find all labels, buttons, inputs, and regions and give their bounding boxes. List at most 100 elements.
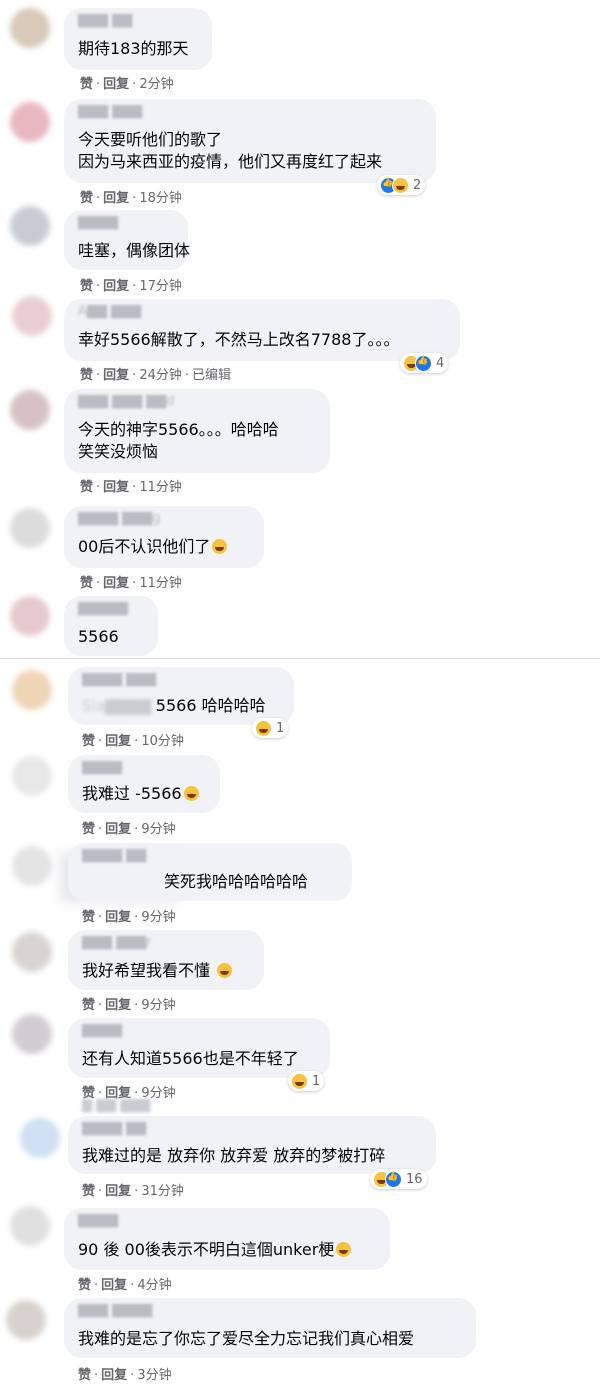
reply-button[interactable]: 回复 <box>103 480 129 495</box>
timestamp[interactable]: 9分钟 <box>141 822 175 837</box>
comment-text-content: 我难过 -5566 <box>82 784 182 803</box>
commenter-name-blurred[interactable]: ▇▇▇▇ ▇▇▇ <box>82 672 156 687</box>
avatar[interactable] <box>12 670 52 710</box>
commenter-name-blurred[interactable]: ▇▇▇▇ <box>78 1213 118 1228</box>
comment-text: 我难的是忘了你忘了爱尽全力忘记我们真心相爱 <box>78 1329 415 1348</box>
timestamp[interactable]: 4分钟 <box>137 1278 171 1293</box>
comment-bubble: ▇▇▇ ▇▇ 期待183的那天 <box>64 8 212 70</box>
avatar[interactable] <box>6 1300 46 1340</box>
reply-button[interactable]: 回复 <box>105 822 131 837</box>
avatar[interactable] <box>10 508 50 548</box>
commenter-name-blurred[interactable]: ▇▇▇ ▇▇▇ <box>78 104 142 119</box>
like-button[interactable]: 赞 <box>78 1278 91 1293</box>
comment-text: 笑死我哈哈哈哈哈哈 <box>164 872 309 891</box>
commenter-name-blurred[interactable]: ▇▇▇▇ <box>78 215 118 230</box>
like-button[interactable]: 赞 <box>80 191 93 206</box>
like-button[interactable]: 赞 <box>82 1184 95 1199</box>
comment-bubble: ▇▇▇ ▇▇▇r 我好希望我看不懂 <box>68 930 264 990</box>
avatar[interactable] <box>10 8 50 48</box>
comment-actions: 赞 · 回复 · 17分钟 <box>80 279 182 294</box>
comment-actions: 赞 · 回复 · 11分钟 <box>80 480 182 495</box>
avatar[interactable] <box>10 102 50 142</box>
like-icon <box>415 354 432 372</box>
like-button[interactable]: 赞 <box>82 822 95 837</box>
comment-text: 我难过 -5566 <box>82 783 199 805</box>
commenter-name-blurred[interactable]: ▇▇▇▇ <box>82 760 122 775</box>
comment-actions: 赞 · 回复 · 11分钟 <box>80 576 182 591</box>
reaction-count: 1 <box>276 720 285 736</box>
avatar[interactable] <box>20 1118 60 1158</box>
timestamp[interactable]: 2分钟 <box>139 77 173 92</box>
reply-button[interactable]: 回复 <box>105 998 131 1013</box>
reaction-summary[interactable]: 1 <box>252 718 289 738</box>
commenter-name-blurred[interactable]: ▇▇▇▇ ▇▇ <box>82 1121 146 1136</box>
comment-actions: 赞 · 回复 · 9分钟 <box>82 998 176 1013</box>
tears-of-joy-emoji-icon <box>217 963 233 978</box>
timestamp[interactable]: 24分钟 <box>139 368 182 383</box>
timestamp[interactable]: 17分钟 <box>139 279 182 294</box>
reaction-summary[interactable]: 2 <box>377 175 426 195</box>
timestamp[interactable]: 9分钟 <box>141 998 175 1013</box>
reaction-summary[interactable]: 1 <box>288 1071 325 1091</box>
avatar[interactable] <box>12 1014 52 1054</box>
commenter-name-blurred[interactable]: ▇▇▇▇ ▇▇ <box>82 848 146 863</box>
haha-icon <box>291 1072 308 1090</box>
like-button[interactable]: 赞 <box>82 910 95 925</box>
like-button[interactable]: 赞 <box>82 998 95 1013</box>
reply-button[interactable]: 回复 <box>105 1184 131 1199</box>
avatar[interactable] <box>12 932 52 972</box>
commenter-name-blurred[interactable]: ▇▇▇▇ <box>82 1023 122 1038</box>
comment-actions: 赞 · 回复 · 18分钟 <box>80 191 182 206</box>
commenter-name-blurred[interactable]: ▇▇▇ ▇▇▇ ▇▇d <box>78 394 175 409</box>
timestamp[interactable]: 11分钟 <box>139 480 182 495</box>
comment-actions: 赞 · 回复 · 10分钟 <box>82 734 184 749</box>
comment-actions: 赞 · 回复 · 31分钟 <box>82 1184 184 1199</box>
like-button[interactable]: 赞 <box>80 480 93 495</box>
avatar[interactable] <box>12 846 52 886</box>
timestamp[interactable]: 3分钟 <box>137 1368 171 1383</box>
reaction-summary[interactable]: 4 <box>400 353 449 373</box>
comment-bubble: A▇▇ ▇▇▇ 幸好5566解散了，不然马上改名7788了。。。 <box>64 299 460 361</box>
timestamp[interactable]: 9分钟 <box>141 910 175 925</box>
commenter-name-blurred[interactable]: ▇▇▇ ▇▇ <box>78 13 132 28</box>
comment-text: 幸好5566解散了，不然马上改名7788了。。。 <box>78 330 400 349</box>
reaction-summary[interactable]: 16 <box>370 1169 427 1189</box>
reply-button[interactable]: 回复 <box>103 576 129 591</box>
timestamp[interactable]: 18分钟 <box>139 191 182 206</box>
avatar[interactable] <box>10 1206 50 1246</box>
reply-button[interactable]: 回复 <box>103 279 129 294</box>
reply-button[interactable]: 回复 <box>105 910 131 925</box>
edited-label: 已编辑 <box>192 368 232 383</box>
like-icon <box>385 1170 402 1188</box>
reply-button[interactable]: 回复 <box>101 1368 127 1383</box>
like-button[interactable]: 赞 <box>78 1368 91 1383</box>
reply-button[interactable]: 回复 <box>103 77 129 92</box>
timestamp[interactable]: 10分钟 <box>141 734 184 749</box>
reply-button[interactable]: 回复 <box>103 368 129 383</box>
avatar[interactable] <box>12 296 52 336</box>
comment-actions: 赞 · 回复 · 24分钟 · 已编辑 <box>80 368 232 383</box>
commenter-name-blurred[interactable]: ▇▇▇ ▇▇▇r <box>82 935 151 950</box>
reply-button[interactable]: 回复 <box>103 191 129 206</box>
timestamp[interactable]: 31分钟 <box>141 1184 184 1199</box>
comment-text: 因为马来西亚的疫情，他们又再度红了起来 <box>78 152 383 171</box>
commenter-name-blurred[interactable]: A▇▇ ▇▇▇ <box>78 304 141 319</box>
avatar[interactable] <box>10 206 50 246</box>
avatar[interactable] <box>12 756 52 796</box>
timestamp[interactable]: 11分钟 <box>139 576 182 591</box>
reaction-count: 1 <box>312 1073 321 1089</box>
commenter-name-blurred[interactable]: ▇▇▇▇ ▇▇▇g <box>78 511 160 526</box>
reply-button[interactable]: 回复 <box>105 734 131 749</box>
like-button[interactable]: 赞 <box>80 368 93 383</box>
reply-button[interactable]: 回复 <box>101 1278 127 1293</box>
avatar[interactable] <box>10 390 50 430</box>
like-button[interactable]: 赞 <box>82 734 95 749</box>
comment-text: 期待183的那天 <box>78 39 189 58</box>
comment-bubble: ▇▇▇ ▇▇▇ 今天要听他们的歌了 因为马来西亚的疫情，他们又再度红了起来 <box>64 99 436 183</box>
like-button[interactable]: 赞 <box>80 576 93 591</box>
like-button[interactable]: 赞 <box>80 279 93 294</box>
like-button[interactable]: 赞 <box>80 77 93 92</box>
commenter-name-blurred[interactable]: ▇▇▇ ▇▇▇▇ <box>78 1303 152 1318</box>
avatar[interactable] <box>10 596 50 636</box>
commenter-name-blurred[interactable]: ▇▇▇▇▇ <box>78 601 128 616</box>
